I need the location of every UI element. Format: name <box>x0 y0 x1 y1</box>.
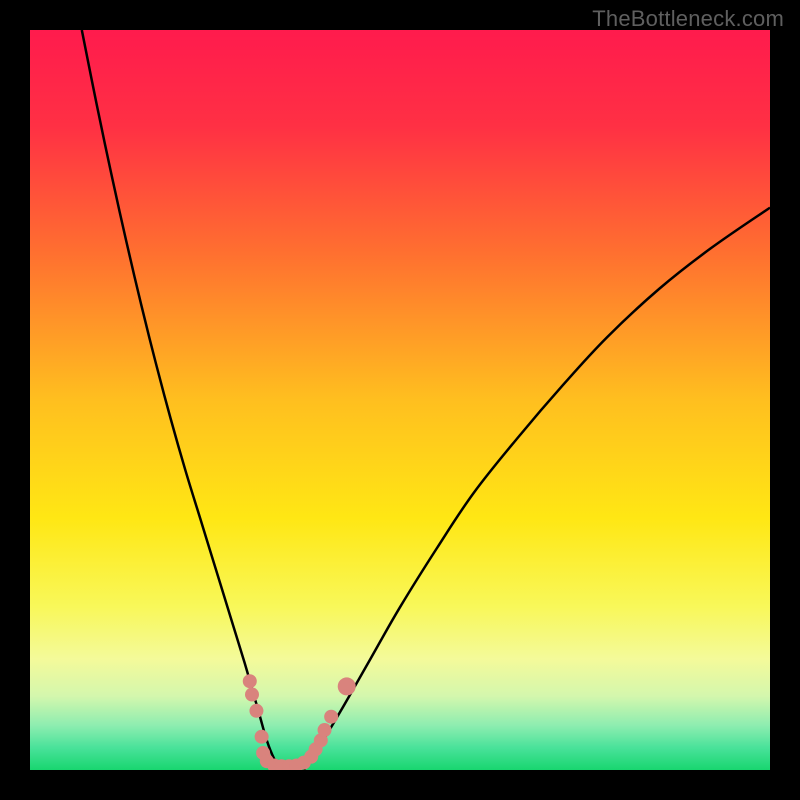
chart-background-gradient <box>30 30 770 770</box>
data-marker <box>318 723 332 737</box>
data-marker <box>338 677 356 695</box>
data-marker <box>249 704 263 718</box>
chart-svg <box>30 30 770 770</box>
data-marker <box>324 710 338 724</box>
chart-plot-area <box>30 30 770 770</box>
chart-frame: TheBottleneck.com <box>0 0 800 800</box>
data-marker <box>255 730 269 744</box>
watermark-text: TheBottleneck.com <box>592 6 784 32</box>
data-marker <box>245 688 259 702</box>
data-marker <box>243 674 257 688</box>
